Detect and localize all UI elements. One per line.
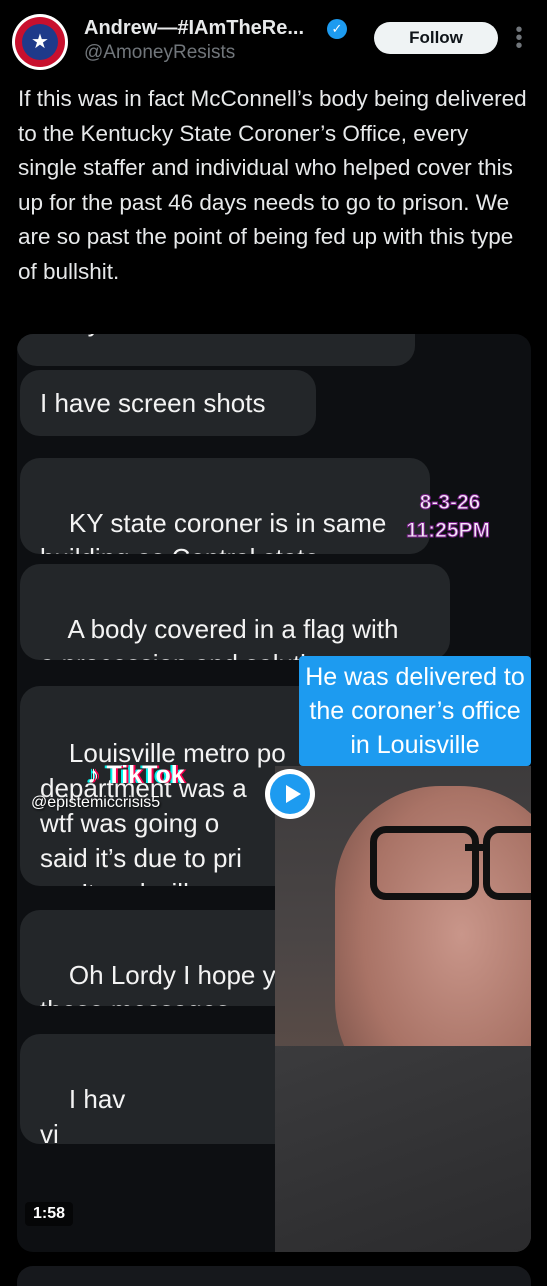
- message-text: I have screen shots: [40, 388, 266, 418]
- message-text: today: [37, 334, 101, 340]
- play-button-inner: [270, 774, 310, 814]
- message-text: Oh Lordy I hope y these messages: [40, 960, 276, 1006]
- tweet-header: ★ Andrew—#IAmTheRe... ✓ @AmoneyResists F…: [0, 0, 547, 80]
- video-caption: He was delivered to the coroner’s office…: [299, 656, 531, 766]
- video-player[interactable]: today I have screen shots KY state coron…: [17, 334, 531, 1252]
- message-bubble: I have screen shots: [20, 370, 316, 436]
- stamp-time: 11:25PM: [405, 519, 491, 543]
- glasses-left: [370, 826, 479, 900]
- message-text: KY state coroner is in same building as …: [40, 508, 387, 554]
- play-icon[interactable]: [265, 769, 315, 819]
- glasses-right: [483, 826, 531, 900]
- author-handle[interactable]: @AmoneyResists: [84, 42, 235, 64]
- play-triangle: [286, 785, 301, 803]
- person-shirt: [275, 1046, 531, 1252]
- message-bubble: KY state coroner is in same building as …: [20, 458, 430, 554]
- tiktok-logo-icon: ♪ TikTok: [87, 761, 185, 789]
- message-bubble: A body covered in a flag with a processi…: [20, 564, 450, 660]
- verified-badge-icon: ✓: [327, 19, 347, 39]
- tiktok-watermark: TikTok: [106, 761, 185, 789]
- follow-button[interactable]: Follow: [374, 22, 498, 54]
- tiktok-username: @epistemiccrisis5: [31, 794, 161, 811]
- stamp-date: 8-3-26: [419, 491, 481, 515]
- video-frame: [275, 766, 531, 1252]
- more-options-icon[interactable]: • • •: [512, 20, 526, 56]
- video-duration: 1:58: [25, 1202, 74, 1226]
- star-icon: ★: [31, 31, 49, 53]
- tweet-text: If this was in fact McConnell’s body bei…: [18, 86, 527, 284]
- message-text: A body covered in a flag with a processi…: [40, 614, 399, 660]
- message-text: I hav vi: [40, 1084, 126, 1144]
- avatar[interactable]: ★: [12, 14, 68, 70]
- next-post-edge: [17, 1266, 531, 1286]
- author-name[interactable]: Andrew—#IAmTheRe...: [84, 17, 304, 40]
- message-bubble-today: today: [17, 334, 415, 366]
